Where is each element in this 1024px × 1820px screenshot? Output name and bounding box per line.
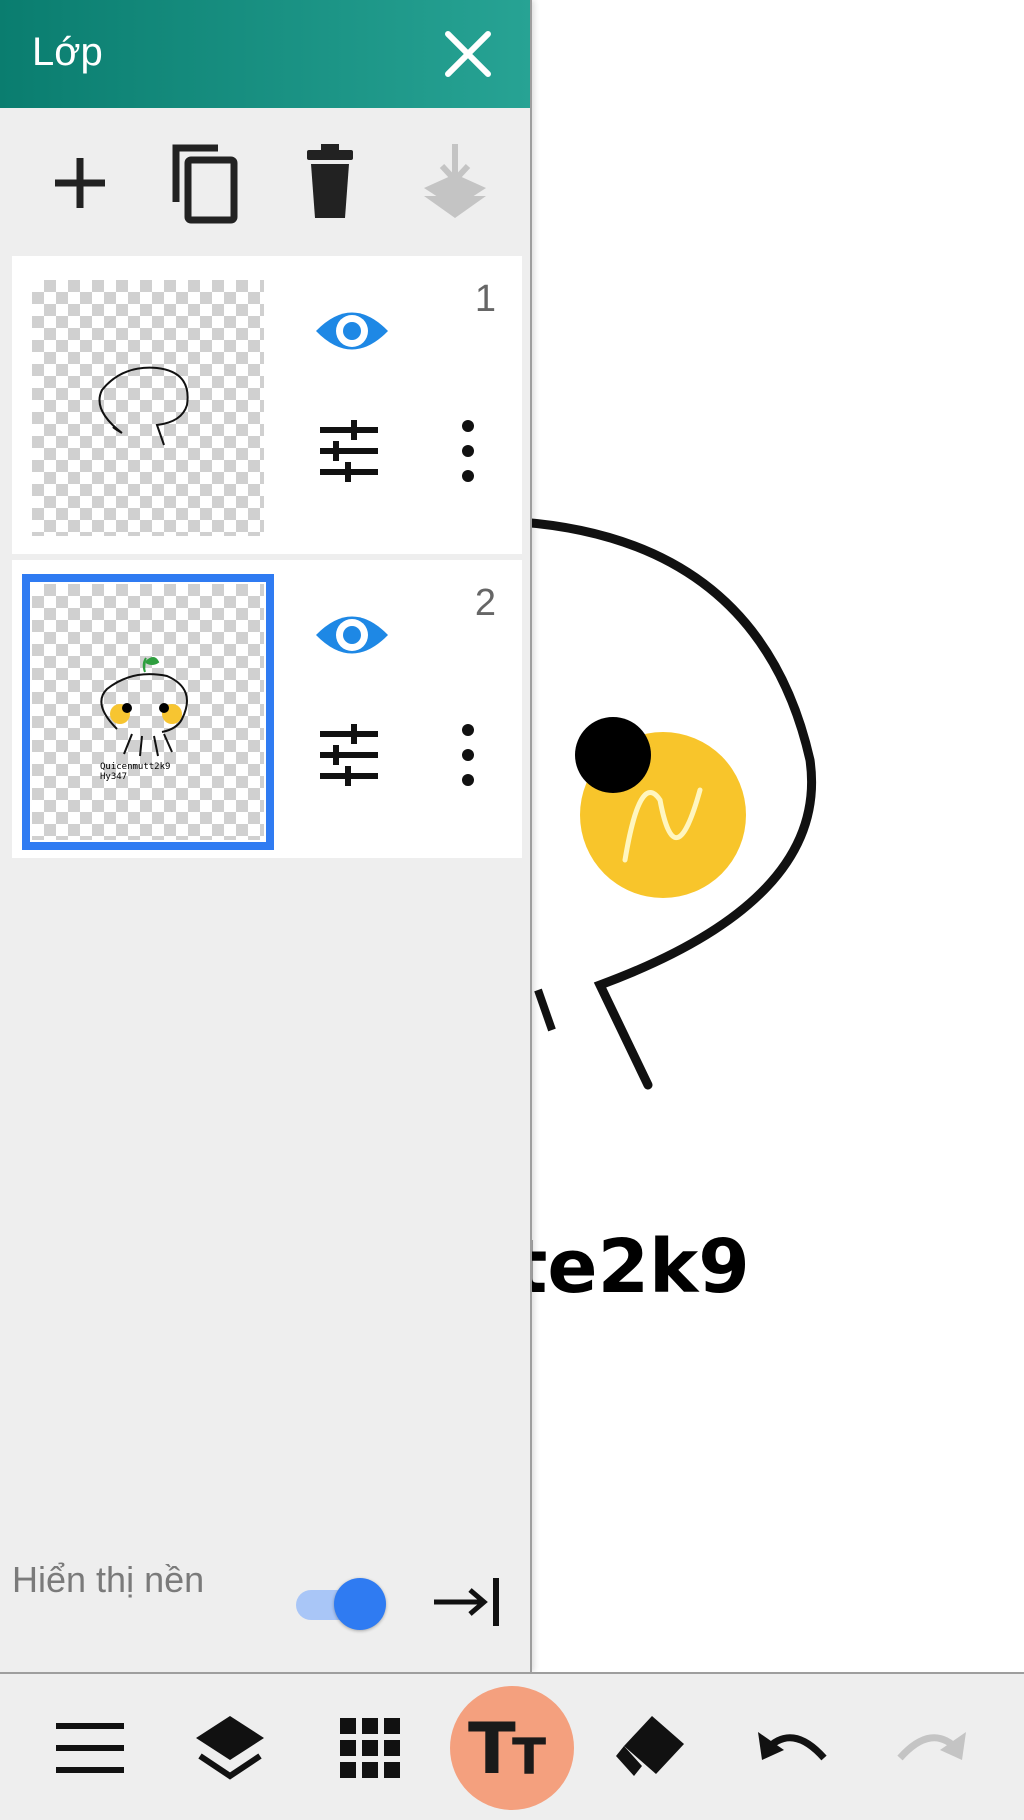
add-layer-button[interactable] bbox=[35, 138, 125, 228]
eye-icon bbox=[316, 616, 388, 654]
layer-settings-button[interactable] bbox=[314, 416, 384, 486]
text-tool-icon: T bbox=[468, 1708, 516, 1790]
layer-number: 1 bbox=[474, 278, 496, 320]
layer-more-button[interactable] bbox=[448, 720, 488, 790]
layer-thumbnail[interactable]: Quicenmutt2k9 Hy347 bbox=[22, 574, 274, 850]
thumbnail-text-line2: Hy347 bbox=[100, 772, 128, 782]
merge-down-button[interactable] bbox=[410, 138, 500, 228]
menu-icon bbox=[56, 1723, 124, 1773]
tune-icon bbox=[320, 724, 378, 786]
redo-icon bbox=[897, 1732, 966, 1761]
layer-settings-button[interactable] bbox=[314, 720, 384, 790]
layer-panel: Lớp 1 Quicenmutt2k9 Hy347 2 Hiển thị nền bbox=[0, 0, 532, 1672]
eye-icon bbox=[316, 312, 388, 350]
layer-visibility-button[interactable] bbox=[312, 602, 392, 668]
add-layer-icon bbox=[55, 158, 105, 208]
text-tool-button[interactable]: T T bbox=[450, 1686, 574, 1810]
eraser-icon bbox=[616, 1716, 684, 1776]
redo-button[interactable] bbox=[892, 1712, 972, 1784]
toggle-knob bbox=[334, 1578, 386, 1630]
duplicate-layer-button[interactable] bbox=[158, 138, 248, 228]
grid-button[interactable] bbox=[330, 1712, 410, 1784]
layers-icon bbox=[196, 1716, 264, 1780]
delete-layer-button[interactable] bbox=[285, 138, 375, 228]
grid-icon bbox=[340, 1718, 400, 1778]
layer-more-button[interactable] bbox=[448, 416, 488, 486]
more-vertical-icon bbox=[462, 724, 474, 786]
undo-button[interactable] bbox=[752, 1712, 832, 1784]
eraser-button[interactable] bbox=[612, 1712, 692, 1784]
bottom-toolbar: T T bbox=[0, 1672, 1024, 1820]
tune-icon bbox=[320, 420, 378, 482]
duplicate-layer-icon bbox=[172, 144, 238, 224]
layers-button[interactable] bbox=[190, 1712, 270, 1784]
layer-toolbar bbox=[0, 108, 530, 250]
close-panel-button[interactable] bbox=[440, 26, 496, 82]
panel-title: Lớp bbox=[32, 30, 103, 74]
menu-button[interactable] bbox=[50, 1712, 130, 1784]
undo-icon bbox=[758, 1732, 827, 1761]
background-toggle-label: Hiển thị nền bbox=[12, 1559, 205, 1600]
text-tool-icon-small: T bbox=[512, 1728, 547, 1786]
layer-visibility-button[interactable] bbox=[312, 298, 392, 364]
delete-layer-icon bbox=[307, 144, 353, 218]
background-toggle[interactable] bbox=[296, 1576, 388, 1632]
merge-down-icon bbox=[424, 144, 486, 218]
close-icon bbox=[445, 31, 491, 77]
panel-header: Lớp bbox=[0, 0, 530, 108]
collapse-panel-button[interactable] bbox=[430, 1572, 506, 1632]
character-leg bbox=[534, 988, 556, 1032]
thumbnail-text-line1: Quicenmutt2k9 bbox=[100, 762, 171, 772]
character-eye bbox=[575, 717, 651, 793]
canvas-signature: te2k9 bbox=[512, 1224, 750, 1310]
arrow-to-edge-icon bbox=[434, 1578, 499, 1626]
layer-row[interactable]: 1 bbox=[12, 256, 522, 554]
more-vertical-icon bbox=[462, 420, 474, 482]
layer-row[interactable]: Quicenmutt2k9 Hy347 2 bbox=[12, 560, 522, 858]
layer-thumbnail[interactable] bbox=[32, 280, 264, 536]
layer-number: 2 bbox=[474, 582, 496, 624]
